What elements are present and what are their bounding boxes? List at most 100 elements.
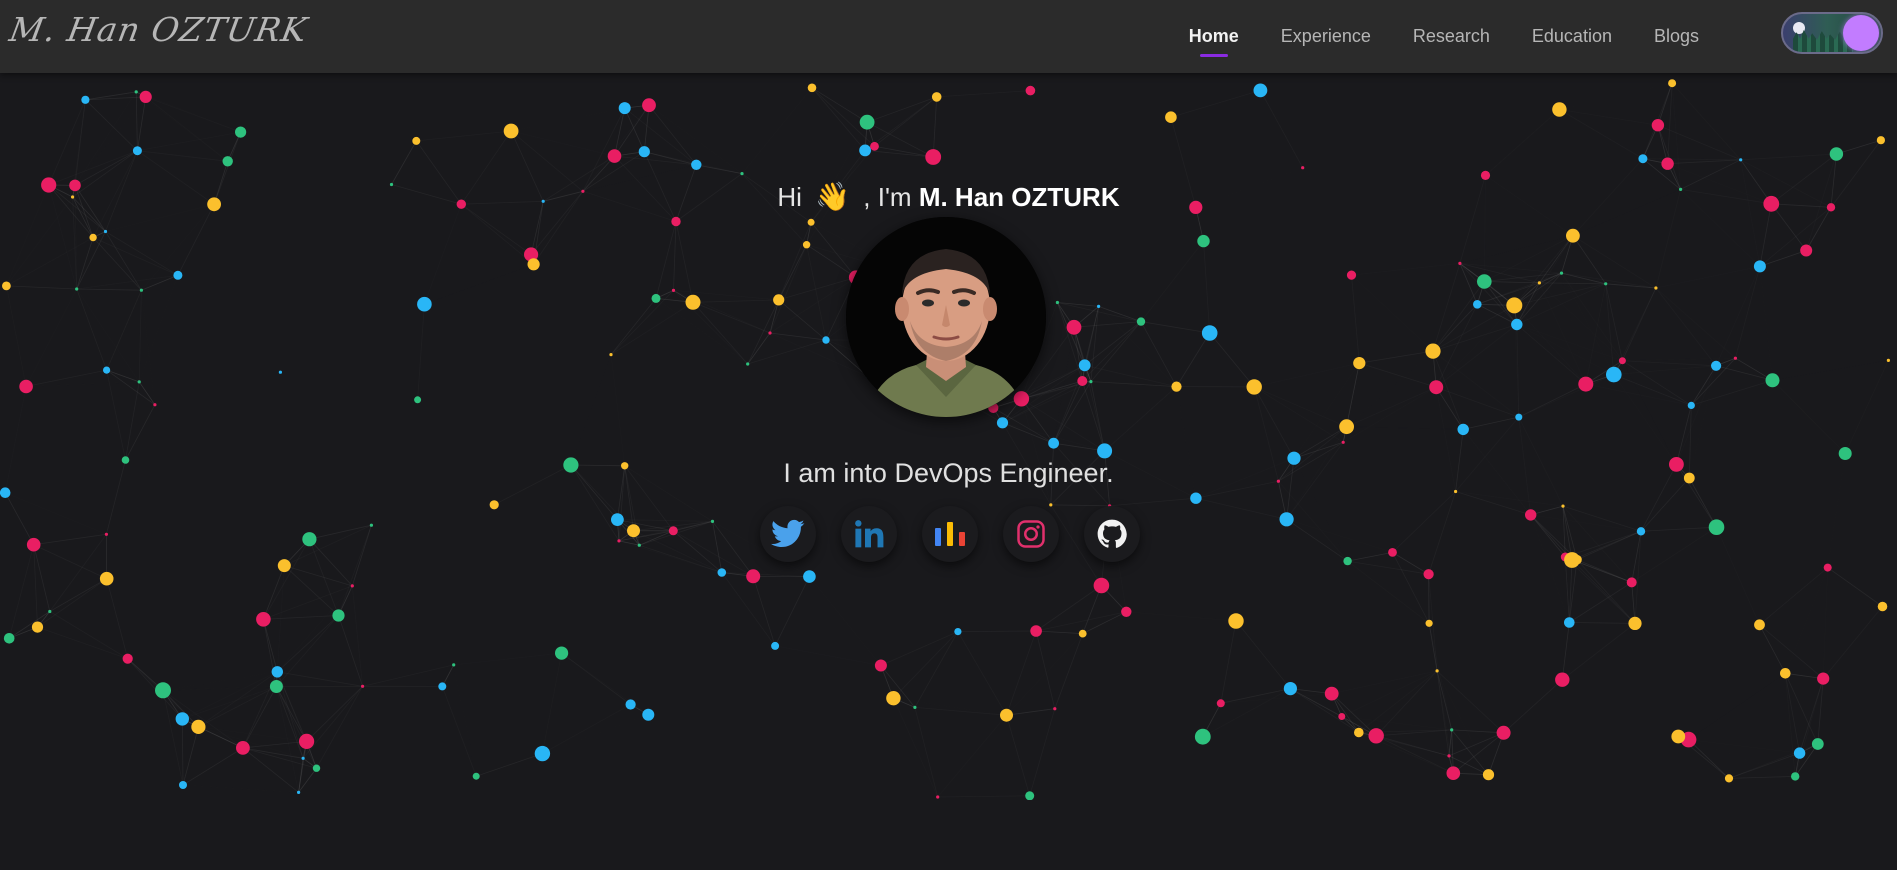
particle-dot bbox=[1496, 725, 1511, 740]
particle-dot bbox=[301, 756, 305, 760]
particle-dot bbox=[1447, 754, 1451, 758]
particle-dot bbox=[503, 123, 519, 139]
nav-link-home[interactable]: Home bbox=[1189, 26, 1239, 57]
particle-dot bbox=[139, 288, 143, 292]
particle-dot bbox=[668, 526, 678, 536]
particle-dot bbox=[1450, 728, 1454, 732]
site-logo[interactable]: M. Han OZTURK bbox=[7, 10, 311, 49]
particle-dot bbox=[1482, 769, 1495, 781]
particle-dot bbox=[99, 571, 114, 586]
particle-dot bbox=[1628, 616, 1642, 631]
particle-dot bbox=[1346, 270, 1357, 280]
particle-dot bbox=[1324, 686, 1339, 701]
particle-dot bbox=[235, 126, 247, 138]
particle-dot bbox=[1454, 489, 1458, 494]
particle-dot bbox=[988, 402, 999, 413]
particle-dot bbox=[1473, 300, 1482, 309]
nav-link-research[interactable]: Research bbox=[1413, 26, 1490, 47]
twitter-icon bbox=[771, 519, 805, 548]
particle-dot bbox=[134, 90, 138, 94]
particle-dot bbox=[1136, 317, 1146, 326]
particle-dot bbox=[1089, 380, 1093, 384]
particle-dot bbox=[297, 790, 301, 795]
particle-dot bbox=[104, 532, 108, 536]
particle-dot bbox=[1687, 401, 1695, 409]
particle-dot bbox=[191, 719, 206, 735]
particle-dot bbox=[921, 338, 925, 342]
particle-dot bbox=[859, 114, 875, 130]
particle-dot bbox=[1216, 699, 1225, 708]
linkedin-link[interactable] bbox=[841, 506, 897, 562]
particle-dot bbox=[71, 195, 75, 199]
particle-dot bbox=[691, 159, 702, 170]
page: M. Han OZTURK Home Experience Research E… bbox=[0, 0, 1897, 870]
particle-dot bbox=[906, 272, 910, 276]
theme-toggle[interactable] bbox=[1781, 12, 1883, 54]
particle-dot bbox=[1817, 672, 1830, 685]
particle-dot bbox=[3, 633, 15, 644]
particle-dot bbox=[642, 708, 655, 721]
particle-dot bbox=[1246, 379, 1262, 395]
particle-dot bbox=[1425, 619, 1433, 627]
particle-dot bbox=[555, 646, 569, 660]
particle-dot bbox=[139, 90, 152, 103]
particle-dot bbox=[1343, 556, 1352, 566]
nav-link-education[interactable]: Education bbox=[1532, 26, 1612, 47]
social-links bbox=[760, 506, 1140, 564]
particle-dot bbox=[1429, 380, 1444, 395]
particle-dot bbox=[638, 146, 650, 158]
particle-dot bbox=[369, 523, 373, 527]
particle-dot bbox=[1765, 373, 1780, 388]
particle-dot bbox=[1201, 325, 1218, 341]
nav-link-experience[interactable]: Experience bbox=[1281, 26, 1371, 47]
particle-dot bbox=[103, 366, 111, 374]
particle-dot bbox=[1683, 472, 1695, 484]
particle-dot bbox=[1053, 707, 1057, 711]
particle-dot bbox=[1511, 318, 1523, 331]
particle-dot bbox=[1477, 274, 1492, 289]
particle-dot bbox=[1515, 413, 1523, 421]
particle-dot bbox=[581, 189, 585, 193]
particle-dot bbox=[179, 781, 187, 789]
particle-dot bbox=[925, 149, 942, 165]
stats-link[interactable] bbox=[922, 506, 978, 562]
particle-dot bbox=[132, 146, 142, 156]
particle-dot bbox=[1446, 766, 1461, 780]
particle-dot bbox=[1800, 244, 1813, 257]
particle-dot bbox=[1353, 357, 1366, 370]
particle-dot bbox=[1671, 729, 1686, 744]
particle-dot bbox=[1780, 668, 1791, 679]
github-link[interactable] bbox=[1084, 506, 1140, 562]
particle-dot bbox=[936, 795, 940, 799]
particle-dot bbox=[1552, 102, 1567, 117]
particle-dot bbox=[1578, 376, 1594, 392]
particle-dot bbox=[1339, 419, 1354, 435]
particle-dot bbox=[1189, 200, 1203, 214]
particle-dot bbox=[1733, 356, 1737, 360]
particle-dot bbox=[859, 144, 871, 157]
particle-dot bbox=[886, 691, 901, 706]
particle-dot bbox=[1661, 157, 1674, 170]
particle-dot bbox=[870, 141, 879, 151]
particle-dot bbox=[1525, 509, 1537, 521]
particle-dot bbox=[1564, 617, 1575, 628]
particle-dot bbox=[746, 569, 761, 584]
particle-dot bbox=[803, 570, 816, 583]
particle-dot bbox=[773, 294, 785, 306]
particle-dot bbox=[1811, 738, 1824, 750]
particle-dot bbox=[1823, 563, 1832, 572]
particle-dot bbox=[75, 287, 79, 291]
twitter-link[interactable] bbox=[760, 506, 816, 562]
particle-dot bbox=[1066, 319, 1082, 335]
particle-dot bbox=[122, 653, 133, 664]
nav-link-blogs[interactable]: Blogs bbox=[1654, 26, 1699, 47]
instagram-link[interactable] bbox=[1003, 506, 1059, 562]
particle-dot bbox=[19, 379, 33, 394]
particle-dot bbox=[81, 95, 90, 104]
navbar: M. Han OZTURK Home Experience Research E… bbox=[0, 0, 1897, 73]
particle-dot bbox=[1506, 297, 1523, 314]
particle-dot bbox=[1651, 119, 1665, 132]
particle-dot bbox=[489, 500, 499, 510]
particle-dot bbox=[1826, 203, 1836, 212]
particle-dot bbox=[31, 621, 44, 633]
